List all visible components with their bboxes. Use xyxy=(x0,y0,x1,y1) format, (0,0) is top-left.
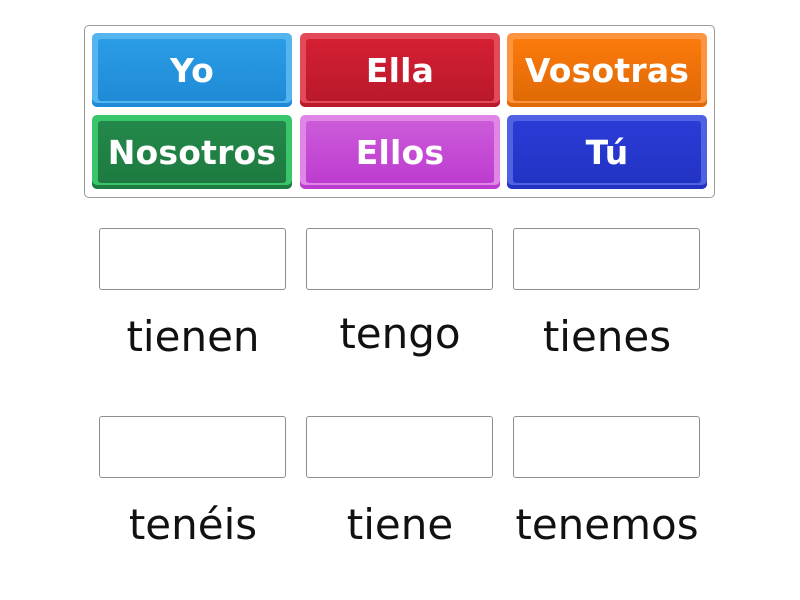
tile-label: Yo xyxy=(170,50,214,90)
tile-tu[interactable]: Tú xyxy=(507,115,707,189)
target-label-tenemos: tenemos xyxy=(515,500,699,549)
tile-yo[interactable]: Yo xyxy=(92,33,292,107)
target-label-tienen: tienen xyxy=(126,312,260,361)
drop-box-tienen[interactable] xyxy=(99,228,286,290)
target-label-tiene: tiene xyxy=(346,500,454,549)
drop-box-tiene[interactable] xyxy=(306,416,493,478)
target-label-tengo: tengo xyxy=(339,309,461,358)
target-label-teneis: tenéis xyxy=(128,500,258,549)
drop-box-tengo[interactable] xyxy=(306,228,493,290)
tile-label: Ella xyxy=(365,50,435,90)
drop-box-tenemos[interactable] xyxy=(513,416,700,478)
drop-box-tienes[interactable] xyxy=(513,228,700,290)
drop-box-teneis[interactable] xyxy=(99,416,286,478)
target-label-tienes: tienes xyxy=(542,312,672,361)
tile-vosotras[interactable]: Vosotras xyxy=(507,33,707,107)
tile-nosotros[interactable]: Nosotros xyxy=(92,115,292,189)
tile-label: Tú xyxy=(585,132,629,172)
tile-label: Ellos xyxy=(355,132,445,172)
tile-label: Vosotras xyxy=(524,50,690,90)
tile-ellos[interactable]: Ellos xyxy=(300,115,500,189)
tile-ella[interactable]: Ella xyxy=(300,33,500,107)
tile-label: Nosotros xyxy=(107,132,277,172)
